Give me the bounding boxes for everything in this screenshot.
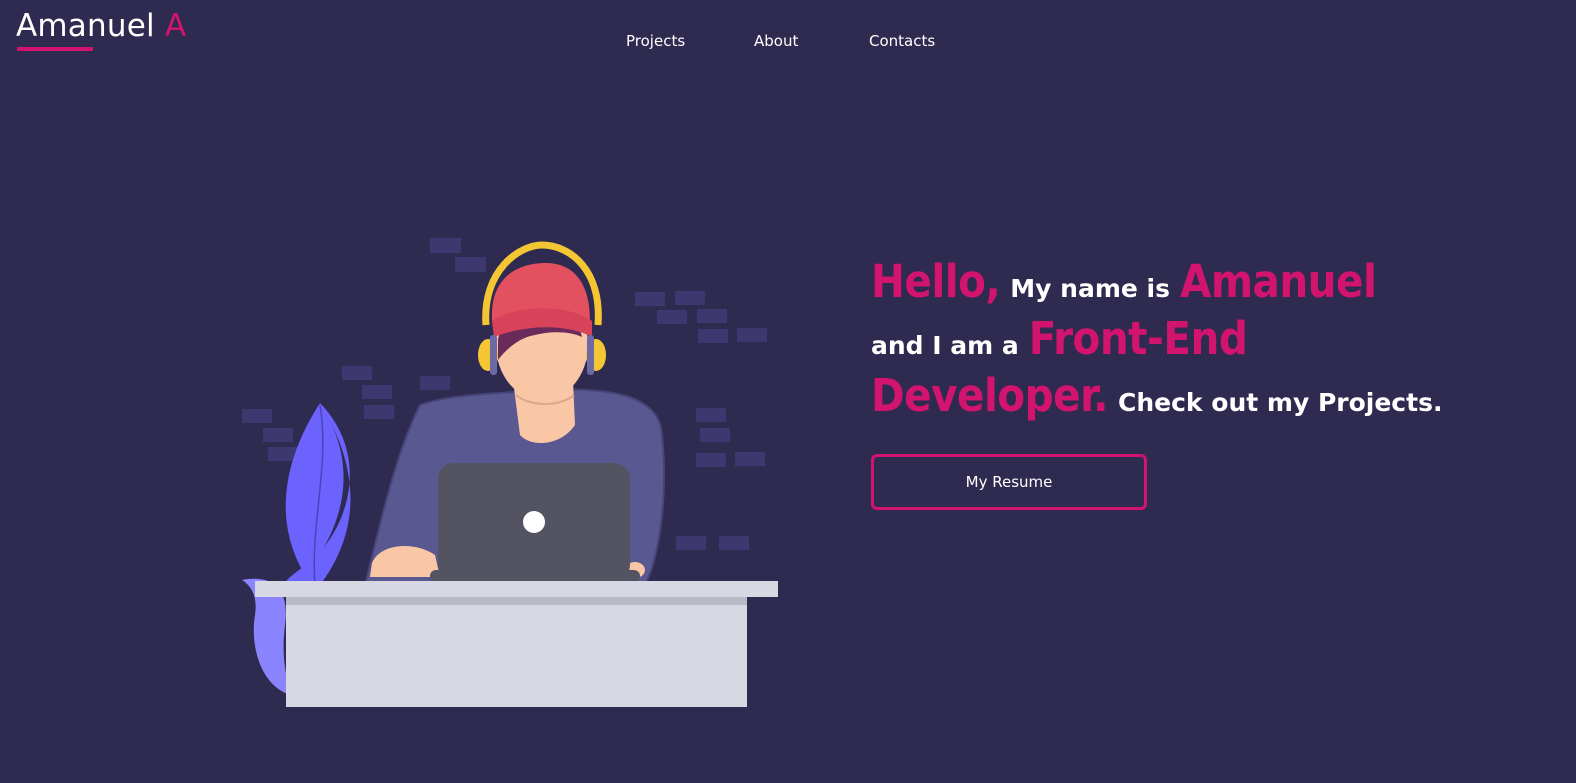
laptop-logo bbox=[523, 511, 545, 533]
developer-illustration bbox=[242, 238, 778, 707]
nav-link-about[interactable]: About bbox=[754, 30, 798, 52]
intro-headline: Hello, My name is Amanuel and I am a Front-… bbox=[871, 250, 1531, 422]
role-developer: Developer. bbox=[871, 369, 1109, 422]
page: Amanuel A Projects About Contacts Hello,… bbox=[0, 0, 1576, 783]
my-resume-button[interactable]: My Resume bbox=[871, 454, 1147, 510]
and-i-am-a-text: and I am a bbox=[871, 331, 1019, 360]
desk bbox=[255, 581, 778, 707]
nav-link-projects[interactable]: Projects bbox=[626, 30, 685, 52]
check-out-projects-text: Check out my Projects. bbox=[1118, 388, 1443, 417]
name-highlight: Amanuel bbox=[1180, 255, 1377, 308]
greeting: Hello, bbox=[871, 255, 1001, 308]
main-nav: Projects About Contacts bbox=[0, 30, 1576, 54]
nav-link-contacts[interactable]: Contacts bbox=[869, 30, 935, 52]
intro-line-2: and I am a Front-End bbox=[871, 307, 1531, 365]
my-name-is-text: My name is bbox=[1010, 274, 1170, 303]
intro-line-1: Hello, My name is Amanuel bbox=[871, 250, 1531, 308]
role-front-end: Front-End bbox=[1028, 312, 1248, 365]
laptop bbox=[430, 463, 640, 582]
intro-line-3: Developer. Check out my Projects. bbox=[871, 364, 1531, 422]
